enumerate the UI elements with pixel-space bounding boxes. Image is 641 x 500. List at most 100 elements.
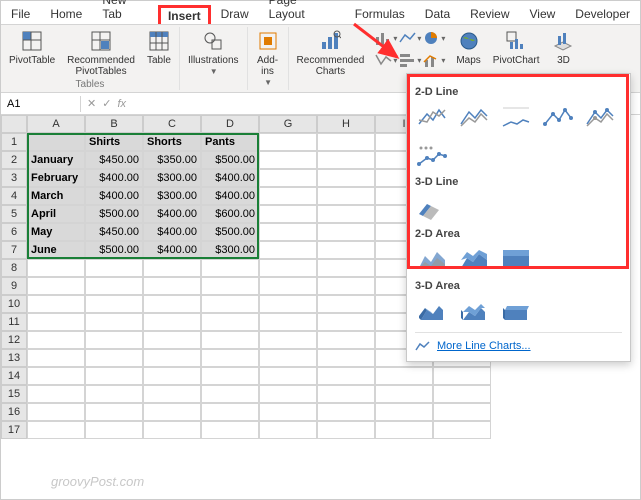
cell[interactable]	[375, 385, 433, 403]
cell[interactable]: $400.00	[201, 169, 259, 187]
row-header-2[interactable]: 2	[1, 151, 27, 169]
more-line-charts-link[interactable]: More Line Charts...	[415, 332, 622, 355]
row-header-4[interactable]: 4	[1, 187, 27, 205]
cell[interactable]	[317, 187, 375, 205]
pivotchart-button[interactable]: PivotChart	[491, 27, 542, 68]
cell[interactable]	[27, 349, 85, 367]
cell[interactable]	[317, 313, 375, 331]
cell[interactable]: April	[27, 205, 85, 223]
cell[interactable]	[27, 331, 85, 349]
cell[interactable]: $400.00	[143, 205, 201, 223]
line-chart-opt-1[interactable]	[415, 102, 449, 132]
tab-draw[interactable]: Draw	[211, 4, 259, 24]
3d-area-chart-opt-1[interactable]	[415, 296, 449, 326]
line-chart-opt-3[interactable]	[499, 102, 533, 132]
cell[interactable]	[201, 367, 259, 385]
cell[interactable]	[433, 403, 491, 421]
cell[interactable]	[27, 403, 85, 421]
cell[interactable]	[201, 349, 259, 367]
cell[interactable]: March	[27, 187, 85, 205]
3d-map-button[interactable]: 3D	[549, 27, 577, 68]
row-header-10[interactable]: 10	[1, 295, 27, 313]
col-header-C[interactable]: C	[143, 115, 201, 133]
addins-button[interactable]: Add- ins▼	[254, 27, 282, 90]
cell[interactable]	[201, 331, 259, 349]
cell[interactable]	[143, 259, 201, 277]
cell[interactable]: $300.00	[143, 169, 201, 187]
cell[interactable]	[317, 331, 375, 349]
cell[interactable]	[85, 385, 143, 403]
cell[interactable]	[143, 385, 201, 403]
tab-file[interactable]: File	[1, 4, 40, 24]
cell[interactable]: Pants	[201, 133, 259, 151]
cell[interactable]	[317, 169, 375, 187]
area-chart-opt-1[interactable]	[415, 244, 449, 274]
cell[interactable]	[317, 133, 375, 151]
row-header-6[interactable]: 6	[1, 223, 27, 241]
cell[interactable]: January	[27, 151, 85, 169]
cell[interactable]	[259, 133, 317, 151]
cell[interactable]	[259, 259, 317, 277]
cell[interactable]	[27, 295, 85, 313]
cell[interactable]	[317, 295, 375, 313]
tab-home[interactable]: Home	[40, 4, 92, 24]
cell[interactable]	[27, 277, 85, 295]
fx-icon[interactable]: fx	[117, 98, 126, 110]
cell[interactable]	[27, 421, 85, 439]
illustrations-button[interactable]: Illustrations▼	[186, 27, 241, 79]
cell[interactable]	[143, 277, 201, 295]
row-header-15[interactable]: 15	[1, 385, 27, 403]
row-header-16[interactable]: 16	[1, 403, 27, 421]
tab-developer[interactable]: Developer	[565, 4, 640, 24]
cell[interactable]	[27, 133, 85, 151]
row-header-13[interactable]: 13	[1, 349, 27, 367]
cell[interactable]	[259, 241, 317, 259]
cell[interactable]: $500.00	[85, 205, 143, 223]
row-header-17[interactable]: 17	[1, 421, 27, 439]
cell[interactable]	[375, 403, 433, 421]
cell[interactable]	[375, 367, 433, 385]
3d-line-chart-opt[interactable]	[415, 192, 449, 222]
combo-chart-button[interactable]: ▾	[423, 50, 445, 70]
cell[interactable]: Shirts	[85, 133, 143, 151]
cell[interactable]	[259, 367, 317, 385]
cell[interactable]: $500.00	[85, 241, 143, 259]
cell[interactable]	[85, 421, 143, 439]
cell[interactable]: $350.00	[143, 151, 201, 169]
recommended-charts-button[interactable]: Recommended Charts	[295, 27, 367, 79]
line-chart-opt-6[interactable]	[415, 140, 449, 170]
cell[interactable]	[433, 421, 491, 439]
area-chart-opt-2[interactable]	[457, 244, 491, 274]
cell[interactable]	[259, 295, 317, 313]
cell[interactable]	[259, 421, 317, 439]
cell[interactable]	[85, 367, 143, 385]
cell[interactable]	[433, 367, 491, 385]
cell[interactable]	[259, 151, 317, 169]
cell[interactable]	[317, 241, 375, 259]
tab-review[interactable]: Review	[460, 4, 519, 24]
cell[interactable]	[85, 349, 143, 367]
cell[interactable]: $400.00	[201, 187, 259, 205]
cell[interactable]: $400.00	[85, 187, 143, 205]
cell[interactable]	[143, 367, 201, 385]
cell[interactable]	[317, 277, 375, 295]
cell[interactable]: February	[27, 169, 85, 187]
row-header-12[interactable]: 12	[1, 331, 27, 349]
area-chart-opt-3[interactable]	[499, 244, 533, 274]
cell[interactable]	[317, 259, 375, 277]
cell[interactable]	[143, 403, 201, 421]
cell[interactable]: $450.00	[85, 151, 143, 169]
cell[interactable]	[317, 367, 375, 385]
cell[interactable]	[143, 295, 201, 313]
cell[interactable]	[259, 403, 317, 421]
row-header-7[interactable]: 7	[1, 241, 27, 259]
cell[interactable]	[201, 421, 259, 439]
tab-newtab[interactable]: New Tab	[92, 0, 158, 24]
row-header-14[interactable]: 14	[1, 367, 27, 385]
cell[interactable]	[143, 349, 201, 367]
name-box[interactable]: A1	[1, 96, 81, 112]
cell[interactable]	[259, 277, 317, 295]
3d-area-chart-opt-2[interactable]	[457, 296, 491, 326]
cell[interactable]	[317, 205, 375, 223]
cell[interactable]	[85, 331, 143, 349]
